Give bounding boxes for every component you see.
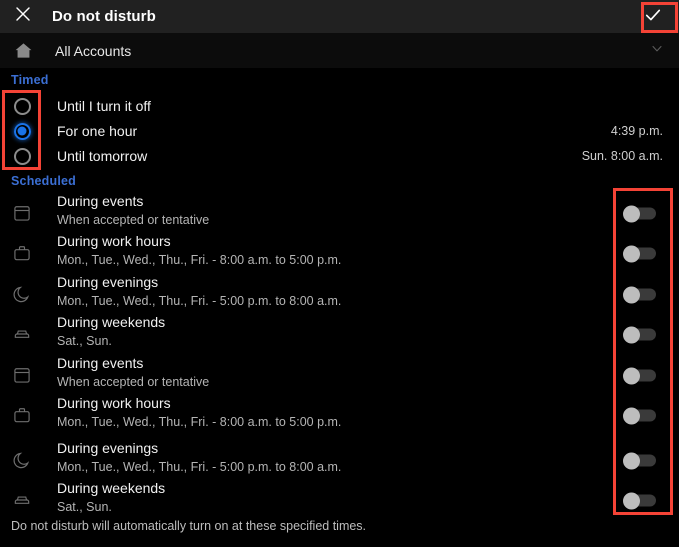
scheduled-subtitle: Mon., Tue., Wed., Thu., Fri. - 8:00 a.m.…: [57, 413, 341, 431]
scheduled-toggle[interactable]: [623, 206, 657, 221]
account-label: All Accounts: [55, 43, 131, 59]
scheduled-toggle[interactable]: [623, 368, 657, 383]
timed-option-time: 4:39 p.m.: [611, 124, 663, 138]
scheduled-title: During events: [57, 192, 209, 211]
confirm-button[interactable]: [634, 2, 672, 32]
scheduled-toggle[interactable]: [623, 327, 657, 342]
home-icon: [0, 41, 46, 60]
scheduled-toggle[interactable]: [623, 287, 657, 302]
scheduled-text: During events When accepted or tentative: [57, 192, 209, 229]
toggle-knob: [623, 408, 640, 425]
scheduled-text: During evenings Mon., Tue., Wed., Thu., …: [57, 273, 341, 310]
scheduled-subtitle: Sat., Sun.: [57, 332, 165, 350]
briefcase-icon: [0, 390, 44, 440]
section-header-scheduled: Scheduled: [11, 174, 76, 188]
account-selector[interactable]: All Accounts: [0, 33, 679, 68]
toggle-knob: [623, 287, 640, 304]
toggle-knob: [623, 246, 640, 263]
scheduled-subtitle: Sat., Sun.: [57, 498, 165, 516]
scheduled-toggle[interactable]: [623, 493, 657, 508]
scheduled-title: During evenings: [57, 273, 341, 292]
timed-option-until-i-turn-it-off[interactable]: Until I turn it off: [0, 94, 679, 118]
scheduled-text: During work hours Mon., Tue., Wed., Thu.…: [57, 394, 341, 431]
scheduled-title: During work hours: [57, 232, 341, 251]
scheduled-text: During weekends Sat., Sun.: [57, 313, 165, 350]
scheduled-subtitle: Mon., Tue., Wed., Thu., Fri. - 5:00 p.m.…: [57, 458, 341, 476]
toggle-knob: [623, 493, 640, 510]
scheduled-toggle[interactable]: [623, 246, 657, 261]
radio-icon[interactable]: [14, 148, 31, 165]
toggle-knob: [623, 206, 640, 223]
radio-cell: [0, 148, 44, 165]
radio-icon[interactable]: [14, 98, 31, 115]
scheduled-subtitle: Mon., Tue., Wed., Thu., Fri. - 8:00 a.m.…: [57, 251, 341, 269]
radio-cell: [0, 98, 44, 115]
close-icon: [14, 5, 32, 28]
scheduled-subtitle: When accepted or tentative: [57, 211, 209, 229]
scheduled-subtitle: When accepted or tentative: [57, 373, 209, 391]
timed-option-label: Until I turn it off: [57, 98, 151, 114]
timed-option-for-one-hour[interactable]: For one hour 4:39 p.m.: [0, 119, 679, 143]
scheduled-text: During events When accepted or tentative: [57, 354, 209, 391]
scheduled-toggle[interactable]: [623, 408, 657, 423]
toggle-knob: [623, 453, 640, 470]
toggle-knob: [623, 327, 640, 344]
scheduled-row-during-weekends-2[interactable]: During weekends Sat., Sun.: [0, 475, 679, 525]
couch-icon: [0, 475, 44, 525]
scheduled-subtitle: Mon., Tue., Wed., Thu., Fri. - 5:00 p.m.…: [57, 292, 341, 310]
scheduled-title: During weekends: [57, 479, 165, 498]
scheduled-title: During evenings: [57, 439, 341, 458]
scheduled-text: During evenings Mon., Tue., Wed., Thu., …: [57, 439, 341, 476]
check-icon: [643, 5, 663, 30]
do-not-disturb-screen: Do not disturb All Accounts Timed: [0, 0, 679, 547]
scheduled-title: During weekends: [57, 313, 165, 332]
timed-option-label: For one hour: [57, 123, 137, 139]
footer-note: Do not disturb will automatically turn o…: [11, 519, 366, 533]
scheduled-row-during-work-hours-2[interactable]: During work hours Mon., Tue., Wed., Thu.…: [0, 390, 679, 440]
close-button[interactable]: [0, 0, 46, 33]
timed-option-time: Sun. 8:00 a.m.: [582, 149, 663, 163]
radio-cell: [0, 123, 44, 140]
timed-option-until-tomorrow[interactable]: Until tomorrow Sun. 8:00 a.m.: [0, 144, 679, 168]
scheduled-title: During work hours: [57, 394, 341, 413]
scheduled-text: During work hours Mon., Tue., Wed., Thu.…: [57, 232, 341, 269]
app-bar: Do not disturb: [0, 0, 679, 33]
page-title: Do not disturb: [52, 8, 156, 25]
section-header-timed: Timed: [11, 73, 49, 87]
timed-option-label: Until tomorrow: [57, 148, 147, 164]
radio-icon-selected[interactable]: [14, 123, 31, 140]
scheduled-text: During weekends Sat., Sun.: [57, 479, 165, 516]
toggle-knob: [623, 368, 640, 385]
chevron-down-icon[interactable]: [649, 40, 665, 61]
scheduled-title: During events: [57, 354, 209, 373]
scheduled-toggle[interactable]: [623, 453, 657, 468]
